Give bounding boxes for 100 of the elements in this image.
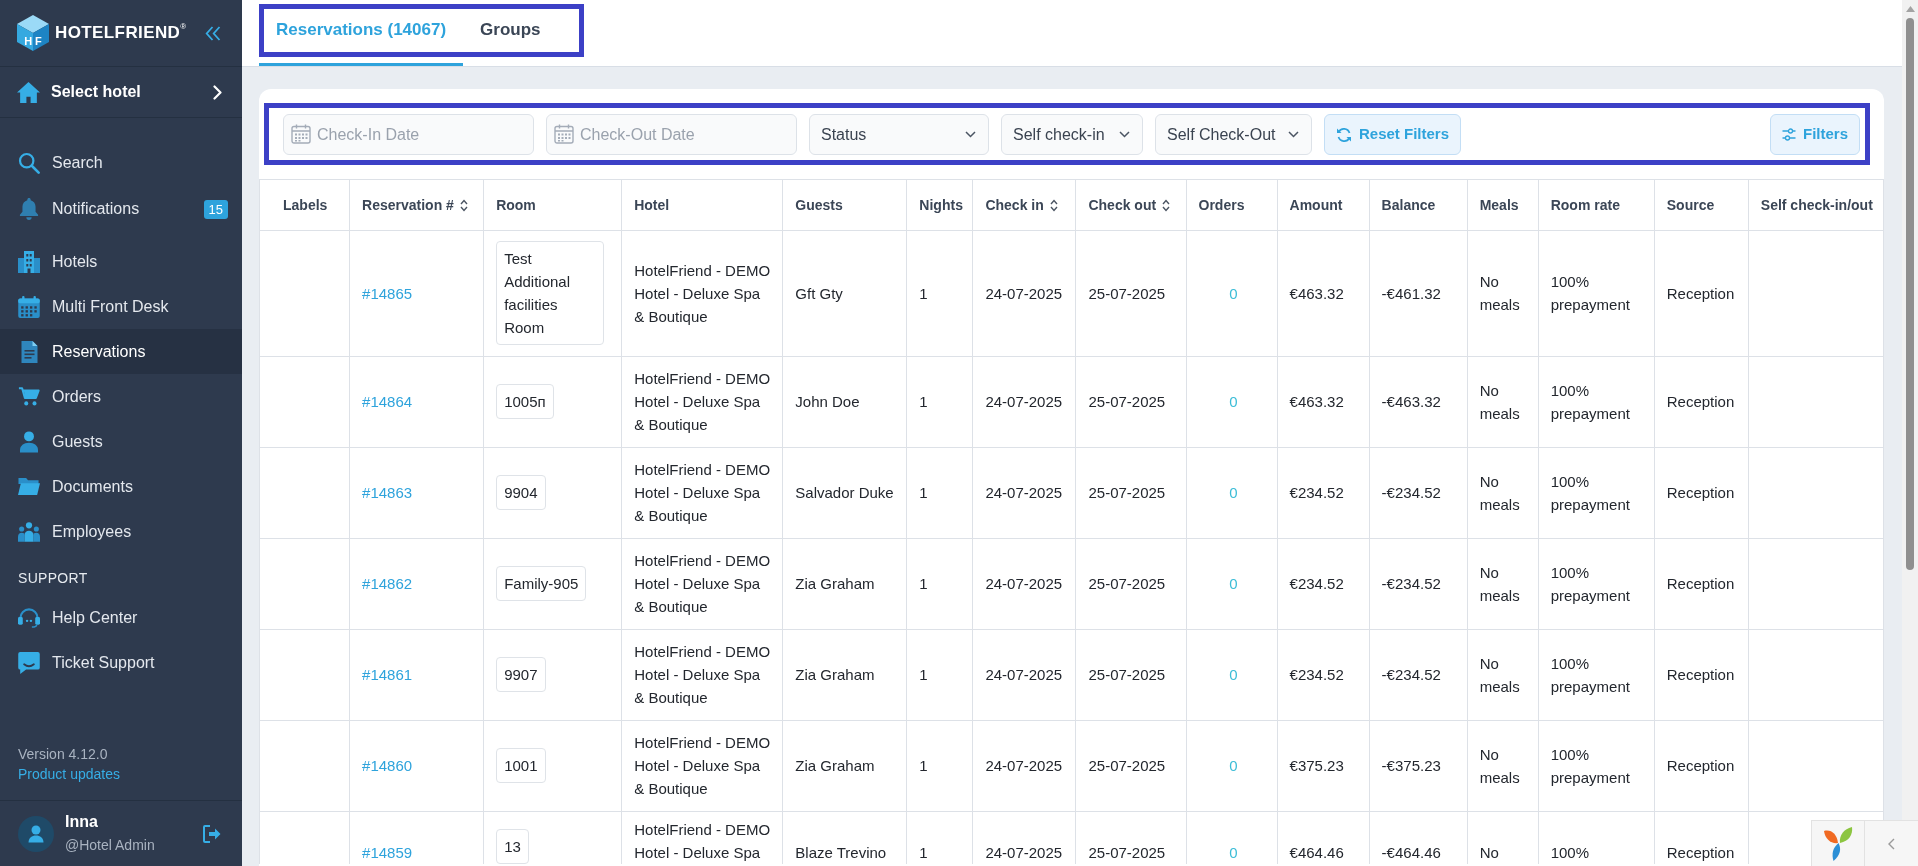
- chevron-left-icon[interactable]: [1888, 837, 1895, 850]
- nav-item[interactable]: Guests: [0, 419, 242, 464]
- booking-source: Reception: [1666, 756, 1735, 776]
- balance-value: -€461.32: [1381, 283, 1441, 304]
- nav-item[interactable]: Reservations: [0, 329, 242, 374]
- check-out-date: 25-07-2025: [1088, 665, 1166, 685]
- people-icon: [18, 521, 40, 542]
- balance-value: -€234.52: [1381, 483, 1441, 503]
- meal-plan: No meals: [1479, 562, 1521, 606]
- version-label: Version 4.12.0: [18, 745, 109, 764]
- nights-count: 1: [919, 665, 928, 685]
- meal-plan: No meals: [1479, 471, 1521, 515]
- booking-source: Reception: [1666, 283, 1735, 304]
- chevron-right-icon: [213, 84, 222, 100]
- nav-item[interactable]: Ticket Support: [0, 640, 242, 685]
- nav-item[interactable]: Multi Front Desk: [0, 284, 242, 329]
- search-icon: [18, 152, 40, 174]
- nav-item[interactable]: Hotels: [0, 239, 242, 284]
- amount-value: €463.32: [1289, 283, 1344, 304]
- balance-value: -€375.23: [1381, 756, 1441, 776]
- dropdown-select[interactable]: Self Check-Out: [1155, 114, 1312, 155]
- nav-item[interactable]: Employees: [0, 509, 242, 554]
- check-in-date: 24-07-2025: [985, 483, 1063, 503]
- guest-name: John Doe: [795, 392, 860, 412]
- guest-name: Zia Graham: [795, 574, 875, 594]
- tab[interactable]: Groups: [463, 0, 558, 66]
- meal-plan: No meals: [1479, 272, 1521, 315]
- guest-name: Zia Graham: [795, 756, 875, 776]
- calendar-icon: [291, 124, 311, 144]
- column-header: Source: [1666, 196, 1715, 213]
- room-tag: 1001: [496, 748, 546, 783]
- calendar-icon: [554, 124, 574, 144]
- calendar-icon: [18, 295, 40, 318]
- nav-item[interactable]: Search: [0, 140, 242, 186]
- nav-item[interactable]: Orders: [0, 374, 242, 419]
- check-out-date: 25-07-2025: [1088, 843, 1166, 863]
- check-in-date: 24-07-2025: [985, 574, 1063, 594]
- meal-plan: No meals: [1479, 744, 1521, 788]
- petal-logo-icon[interactable]: [1823, 826, 1853, 861]
- guest-name: Zia Graham: [795, 665, 875, 685]
- meal-plan: No: [1479, 843, 1499, 863]
- nav-item[interactable]: Notifications 15: [0, 186, 242, 232]
- balance-value: -€464.46: [1381, 843, 1441, 863]
- room-tag: Test Additional facilities Room: [496, 241, 605, 345]
- guest-name: Blaze Trevino: [795, 843, 887, 863]
- scrollbar-thumb[interactable]: [1906, 18, 1914, 570]
- column-header: Guests: [795, 196, 843, 213]
- house-icon: [17, 81, 40, 103]
- room-tag: 9907: [496, 657, 546, 692]
- check-in-date: 24-07-2025: [985, 843, 1063, 863]
- date-picker-field[interactable]: Check-In Date: [283, 114, 534, 155]
- check-in-date: 24-07-2025: [985, 392, 1063, 412]
- date-picker-field[interactable]: Check-Out Date: [546, 114, 797, 155]
- product-updates-link[interactable]: Product updates: [18, 766, 120, 782]
- amount-value: €463.32: [1289, 392, 1344, 412]
- check-out-date: 25-07-2025: [1088, 392, 1166, 412]
- booking-source: Reception: [1666, 574, 1735, 594]
- amount-value: €375.23: [1289, 756, 1344, 776]
- booking-source: Reception: [1666, 392, 1735, 412]
- dropdown-select[interactable]: Status: [809, 114, 989, 155]
- chevron-down-icon: [1119, 131, 1130, 138]
- column-header: Hotel: [634, 196, 670, 213]
- column-header: Room rate: [1550, 196, 1620, 213]
- headset-icon: [18, 607, 40, 628]
- booking-source: Reception: [1666, 665, 1735, 685]
- amount-value: €234.52: [1289, 483, 1344, 503]
- dropdown-select[interactable]: Self check-in: [1001, 114, 1143, 155]
- guest-name: Salvador Duke: [795, 483, 894, 503]
- room-rate: 100% prepayment: [1550, 272, 1631, 315]
- nav-item[interactable]: Documents: [0, 464, 242, 509]
- hotel-name: HotelFriend - DEMO Hotel - Deluxe Spa & Boutique: [634, 733, 772, 799]
- room-rate: 100%: [1550, 843, 1590, 863]
- cart-icon: [18, 386, 40, 407]
- balance-value: -€234.52: [1381, 574, 1441, 594]
- room-rate: 100% prepayment: [1550, 653, 1631, 697]
- sort-icon[interactable]: [1162, 199, 1171, 213]
- balance-value: -€234.52: [1381, 665, 1441, 685]
- nav-item[interactable]: Help Center: [0, 595, 242, 640]
- amount-value: €464.46: [1289, 843, 1344, 863]
- sort-icon[interactable]: [1049, 199, 1058, 213]
- avatar-icon[interactable]: [18, 815, 54, 852]
- nights-count: 1: [919, 283, 928, 304]
- check-in-date: 24-07-2025: [985, 665, 1063, 685]
- sort-icon[interactable]: [459, 199, 468, 213]
- nights-count: 1: [919, 843, 928, 863]
- booking-source: Reception: [1666, 843, 1735, 863]
- balance-value: -€463.32: [1381, 392, 1441, 412]
- hotel-selector[interactable]: Select hotel: [0, 67, 242, 118]
- column-header: Self check-in/out: [1760, 196, 1873, 213]
- column-header: Orders: [1198, 196, 1245, 213]
- check-in-date: 24-07-2025: [985, 756, 1063, 776]
- double-chevron-left-icon[interactable]: [205, 25, 221, 41]
- chevron-down-icon: [965, 131, 976, 138]
- chevron-down-icon: [1288, 131, 1299, 138]
- column-header: Amount: [1289, 196, 1343, 213]
- column-header[interactable]: Check in: [985, 196, 1044, 213]
- logout-icon[interactable]: [203, 824, 221, 843]
- guest-name: Gft Gty: [795, 283, 843, 304]
- notification-badge: 15: [203, 199, 228, 219]
- hotel-name: HotelFriend - DEMO Hotel - Deluxe Spa & Boutique: [634, 369, 772, 435]
